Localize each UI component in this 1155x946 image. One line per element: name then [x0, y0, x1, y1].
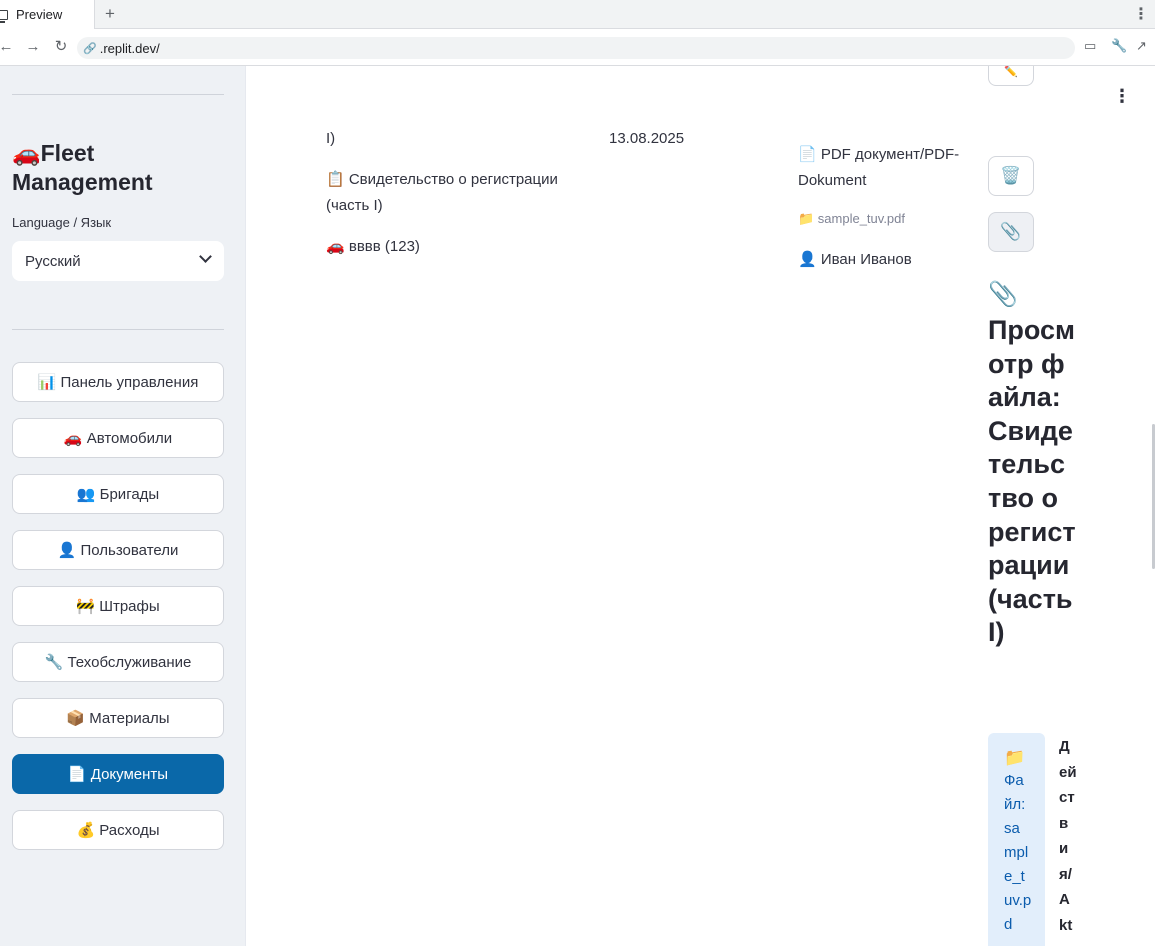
document-date: 13.08.2025: [609, 130, 685, 147]
link-icon: 🔗: [83, 42, 97, 55]
nav-button-fines[interactable]: 🚧 Штрафы: [12, 586, 224, 626]
file-info-text: Файл: sample_tuv.pd: [1004, 772, 1032, 933]
main-content: ⋮ I) 📋 Свидетельство о регистрации (част…: [247, 66, 1155, 946]
pencil-icon: ✏️: [1004, 66, 1018, 78]
file-info-box: 📁 Файл: sample_tuv.pd: [988, 733, 1045, 946]
edit-button[interactable]: ✏️: [988, 66, 1034, 86]
nav-button-maintenance[interactable]: 🔧 Техобслуживание: [12, 642, 224, 682]
browser-navbar: ← → ↻ 🔗 .replit.dev/ ▭ 🔧 ↗: [0, 29, 1155, 66]
tab-title: Preview: [16, 7, 63, 22]
document-vehicle: 🚗 вввв (123): [326, 238, 420, 255]
main-menu-icon[interactable]: ⋮: [1113, 86, 1131, 107]
language-value: Русский: [25, 252, 81, 270]
app-title: 🚗Fleet Management: [12, 140, 153, 195]
paperclip-icon: 📎: [1000, 222, 1022, 241]
attach-button[interactable]: 📎: [988, 212, 1034, 252]
nav-button-materials[interactable]: 📦 Материалы: [12, 698, 224, 738]
forward-arrow-icon[interactable]: →: [23, 37, 43, 57]
sidebar-nav: 📊 Панель управления 🚗 Автомобили 👥 Брига…: [12, 362, 224, 866]
trash-icon: 🗑️: [1000, 166, 1022, 185]
nav-button-expenses[interactable]: 💰 Расходы: [12, 810, 224, 850]
document-owner: 👤 Иван Иванов: [798, 251, 912, 268]
delete-button[interactable]: 🗑️: [988, 156, 1034, 196]
nav-button-users[interactable]: 👤 Пользователи: [12, 530, 224, 570]
language-label: Language / Язык: [12, 215, 112, 230]
nav-button-vehicles[interactable]: 🚗 Автомобили: [12, 418, 224, 458]
folder-icon: 📁: [1004, 748, 1026, 767]
address-bar[interactable]: 🔗 .replit.dev/: [77, 37, 1075, 59]
nav-button-dashboard[interactable]: 📊 Панель управления: [12, 362, 224, 402]
divider: [12, 94, 224, 95]
nav-button-documents[interactable]: 📄 Документы: [12, 754, 224, 794]
tab-menu-icon[interactable]: ⋮: [1133, 4, 1149, 24]
paperclip-icon: 📎: [988, 281, 1018, 308]
browser-tab-bar: Preview + ⋮: [0, 0, 1155, 29]
actions-label: Действия/Akt: [1059, 738, 1077, 934]
document-file-name: 📁 sample_tuv.pdf: [798, 211, 905, 226]
back-arrow-icon[interactable]: ←: [0, 37, 16, 57]
chevron-down-icon: [199, 250, 212, 263]
new-tab-button[interactable]: +: [100, 3, 120, 25]
document-type: 📋 Свидетельство о регистрации (часть I): [326, 171, 558, 214]
document-title-fragment: I): [326, 130, 336, 147]
wrench-icon[interactable]: 🔧: [1111, 38, 1127, 54]
language-select[interactable]: Русский: [12, 241, 224, 281]
document-format: 📄 PDF документ/PDF-Dokument: [798, 146, 960, 189]
sidebar: 🚗Fleet Management Language / Язык Русски…: [0, 66, 246, 946]
url-text: .replit.dev/: [99, 40, 160, 56]
file-preview-heading: Просмотр файла: Свидетельство о регистра…: [988, 315, 1076, 648]
browser-tab-preview[interactable]: Preview: [0, 0, 95, 29]
open-external-icon[interactable]: ↗: [1136, 38, 1147, 54]
reload-icon[interactable]: ↻: [51, 37, 71, 57]
divider: [12, 329, 224, 330]
nav-button-teams[interactable]: 👥 Бригады: [12, 474, 224, 514]
devices-icon[interactable]: ▭: [1084, 38, 1096, 54]
monitor-icon: [0, 9, 8, 23]
